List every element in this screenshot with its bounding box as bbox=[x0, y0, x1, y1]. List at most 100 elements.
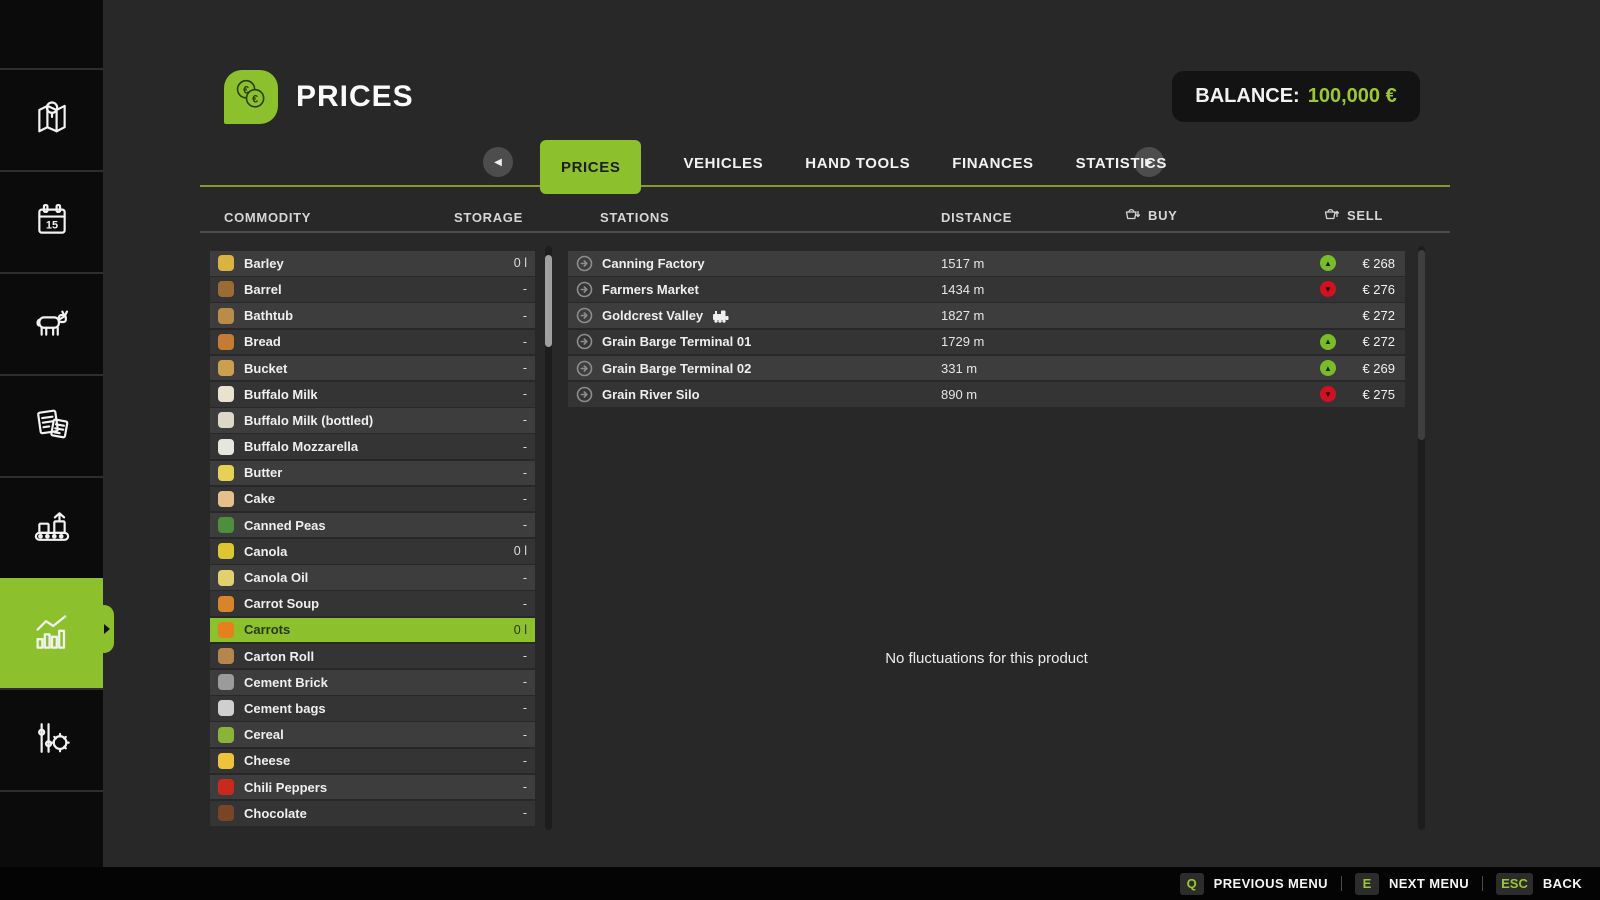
commodity-row[interactable]: Butter - bbox=[210, 460, 535, 486]
commodity-row[interactable]: Carrots 0 l bbox=[210, 617, 535, 643]
commodity-row[interactable]: Buffalo Mozzarella - bbox=[210, 434, 535, 459]
sidebar-item-settings[interactable] bbox=[0, 688, 103, 790]
station-row[interactable]: Grain Barge Terminal 02 331 m ▲ € 269 bbox=[568, 355, 1405, 381]
station-row[interactable]: Grain Barge Terminal 01 1729 m ▲ € 272 bbox=[568, 329, 1405, 355]
station-name: Grain Barge Terminal 01 bbox=[602, 334, 752, 350]
commodity-name: Canola Oil bbox=[244, 570, 309, 586]
commodity-row[interactable]: Cement Brick - bbox=[210, 670, 535, 695]
commodity-row[interactable]: Carton Roll - bbox=[210, 643, 535, 669]
commodity-row[interactable]: Carrot Soup - bbox=[210, 591, 535, 617]
commodity-storage-value: - bbox=[522, 439, 527, 454]
commodity-row[interactable]: Cereal - bbox=[210, 722, 535, 747]
commodity-icon bbox=[218, 386, 234, 403]
station-row[interactable]: Goldcrest Valley 1827 m € 272 bbox=[568, 303, 1405, 328]
column-header-stations: STATIONS bbox=[600, 210, 670, 225]
sidebar-item-map[interactable] bbox=[0, 68, 103, 170]
station-row[interactable]: Grain River Silo 890 m ▼ € 275 bbox=[568, 381, 1405, 407]
commodity-icon bbox=[218, 595, 234, 612]
fluctuations-empty-message: No fluctuations for this product bbox=[885, 650, 1088, 667]
commodity-row[interactable]: Chocolate - bbox=[210, 800, 535, 826]
tab-prices[interactable]: PRICES bbox=[540, 140, 642, 194]
commodity-storage-value: - bbox=[522, 465, 527, 480]
commodity-storage-value: 0 l bbox=[513, 544, 527, 559]
key-hint-previous-menu[interactable]: Q PREVIOUS MENU bbox=[1179, 872, 1328, 895]
tab-vehicles[interactable]: VEHICLES bbox=[683, 155, 763, 172]
sidebar-item-contracts[interactable] bbox=[0, 374, 103, 476]
price-trend-icon: ▲ bbox=[1320, 255, 1336, 272]
commodity-row[interactable]: Canola Oil - bbox=[210, 565, 535, 590]
production-icon bbox=[29, 503, 75, 554]
tab-hand-tools[interactable]: HAND TOOLS bbox=[805, 155, 910, 172]
commodity-icon bbox=[218, 360, 234, 377]
contracts-icon bbox=[29, 401, 75, 452]
key-hint-divider bbox=[1482, 876, 1484, 891]
sidebar-item-animals[interactable] bbox=[0, 272, 103, 374]
commodity-row[interactable]: Buffalo Milk (bottled) - bbox=[210, 408, 535, 433]
commodity-row[interactable]: Canola 0 l bbox=[210, 539, 535, 564]
tab-statistics[interactable]: STATISTICS bbox=[1076, 155, 1167, 172]
commodity-name: Carrots bbox=[244, 622, 291, 638]
commodity-icon bbox=[218, 307, 234, 324]
column-header-storage: STORAGE bbox=[454, 210, 523, 225]
commodity-row[interactable]: Cake - bbox=[210, 486, 535, 512]
station-name: Farmers Market bbox=[602, 281, 699, 297]
commodity-name: Cereal bbox=[244, 727, 284, 743]
commodity-storage-value: - bbox=[522, 780, 527, 795]
tab-finances[interactable]: FINANCES bbox=[952, 155, 1033, 172]
commodity-name: Cake bbox=[244, 491, 276, 507]
prices-screen: 15 € € PRICES BALANCE: 100,000 € ◀ PRICE… bbox=[0, 0, 1600, 900]
commodity-storage-value: - bbox=[522, 413, 527, 428]
commodity-storage-value: - bbox=[522, 491, 527, 506]
sidebar-item-calendar[interactable]: 15 bbox=[0, 170, 103, 272]
key-badge: E bbox=[1354, 872, 1379, 895]
station-hotspot-icon bbox=[576, 255, 593, 272]
animals-icon bbox=[29, 299, 75, 350]
station-distance: 1517 m bbox=[941, 255, 985, 271]
commodity-name: Bathtub bbox=[244, 308, 294, 324]
header-separator bbox=[200, 231, 1450, 233]
buy-label: BUY bbox=[1148, 208, 1178, 223]
commodity-name: Barley bbox=[244, 255, 284, 271]
commodity-row[interactable]: Cement bags - bbox=[210, 696, 535, 721]
commodity-row[interactable]: Bread - bbox=[210, 329, 535, 355]
commodity-storage-value: - bbox=[522, 753, 527, 768]
commodity-storage-value: - bbox=[522, 361, 527, 376]
station-row[interactable]: Canning Factory 1517 m ▲ € 268 bbox=[568, 251, 1405, 276]
commodity-row[interactable]: Barrel - bbox=[210, 277, 535, 302]
key-hint-back[interactable]: ESC BACK bbox=[1496, 872, 1582, 895]
station-distance: 1434 m bbox=[941, 281, 985, 297]
commodity-icon bbox=[218, 752, 234, 769]
commodity-row[interactable]: Chili Peppers - bbox=[210, 774, 535, 800]
commodity-row[interactable]: Canned Peas - bbox=[210, 512, 535, 538]
commodity-icon bbox=[218, 464, 234, 481]
key-hint-next-menu[interactable]: E NEXT MENU bbox=[1354, 872, 1469, 895]
commodity-storage-value: - bbox=[522, 596, 527, 611]
commodity-row[interactable]: Buffalo Milk - bbox=[210, 381, 535, 407]
sidebar-item-statistics[interactable] bbox=[0, 578, 103, 688]
sell-basket-icon bbox=[1324, 206, 1340, 225]
key-hint-divider bbox=[1340, 876, 1342, 891]
commodity-icon bbox=[218, 255, 234, 272]
commodity-row[interactable]: Bathtub - bbox=[210, 303, 535, 328]
commodity-row[interactable]: Cheese - bbox=[210, 748, 535, 774]
station-scrollbar-thumb[interactable] bbox=[1418, 250, 1425, 440]
commodity-name: Cheese bbox=[244, 753, 291, 769]
sidebar: 15 bbox=[0, 0, 103, 867]
commodity-name: Buffalo Milk (bottled) bbox=[244, 412, 374, 428]
map-icon bbox=[29, 95, 75, 146]
commodity-row[interactable]: Barley 0 l bbox=[210, 251, 535, 276]
commodity-storage-value: 0 l bbox=[513, 622, 527, 637]
prices-badge: € € bbox=[224, 70, 278, 124]
commodity-storage-value: - bbox=[522, 387, 527, 402]
station-hotspot-icon bbox=[576, 307, 593, 324]
station-row[interactable]: Farmers Market 1434 m ▼ € 276 bbox=[568, 277, 1405, 302]
sidebar-item-production[interactable] bbox=[0, 476, 103, 578]
commodity-storage-value: - bbox=[522, 649, 527, 664]
station-sell-price: € 275 bbox=[1362, 386, 1395, 402]
commodity-icon bbox=[218, 700, 234, 717]
commodity-scrollbar-thumb[interactable] bbox=[545, 255, 552, 347]
commodity-row[interactable]: Bucket - bbox=[210, 355, 535, 381]
commodity-name: Carrot Soup bbox=[244, 596, 320, 612]
tab-scroll-left-button[interactable]: ◀ bbox=[483, 147, 513, 177]
commodity-icon bbox=[218, 281, 234, 298]
